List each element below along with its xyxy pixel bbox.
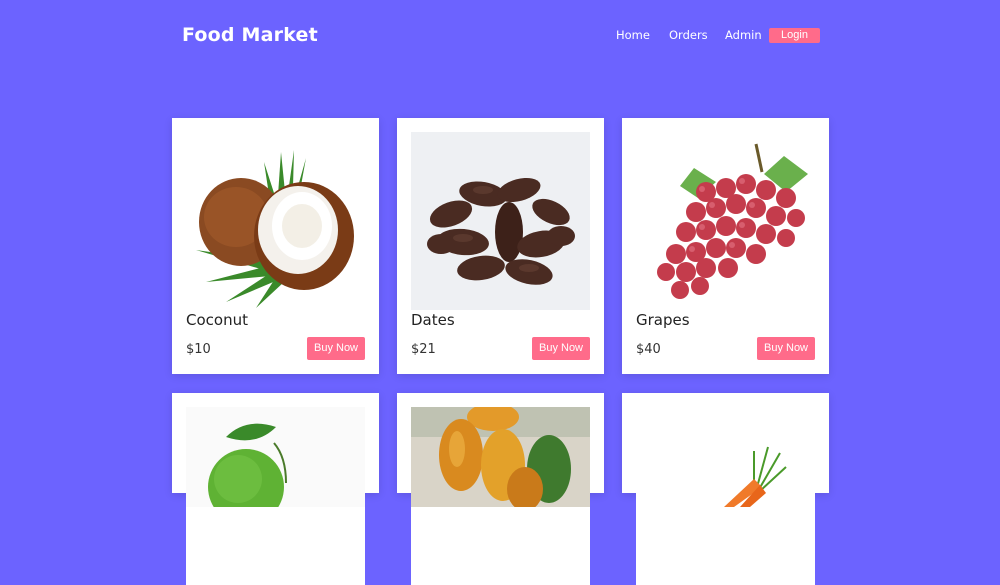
login-button[interactable]: Login [769,28,820,43]
product-name: Grapes [636,311,690,329]
buy-now-button[interactable]: Buy Now [757,337,815,360]
nav-admin-link[interactable]: Admin [725,28,762,42]
product-card-coconut: Coconut $10 Buy Now [172,118,379,374]
nav-home-link[interactable]: Home [616,28,650,42]
product-price: $10 [186,342,211,357]
product-name: Dates [411,311,455,329]
product-image-lime [186,407,365,585]
product-image-grapes [636,132,815,310]
product-card-papaya [397,393,604,585]
product-image-coconut [186,132,365,310]
product-image-papaya [411,407,590,585]
product-price: $21 [411,342,436,357]
product-name: Coconut [186,311,248,329]
nav-orders-link[interactable]: Orders [669,28,708,42]
buy-now-button[interactable]: Buy Now [307,337,365,360]
product-card-grapes: Grapes $40 Buy Now [622,118,829,374]
brand-logo[interactable]: Food Market [182,24,318,46]
product-card-carrot [622,393,829,585]
product-card-dates: Dates $21 Buy Now [397,118,604,374]
navbar: Food Market Home Orders Admin Login [0,0,1000,70]
product-card-lime [172,393,379,585]
product-price: $40 [636,342,661,357]
buy-now-button[interactable]: Buy Now [532,337,590,360]
product-image-dates [411,132,590,310]
product-image-carrot [636,407,815,585]
